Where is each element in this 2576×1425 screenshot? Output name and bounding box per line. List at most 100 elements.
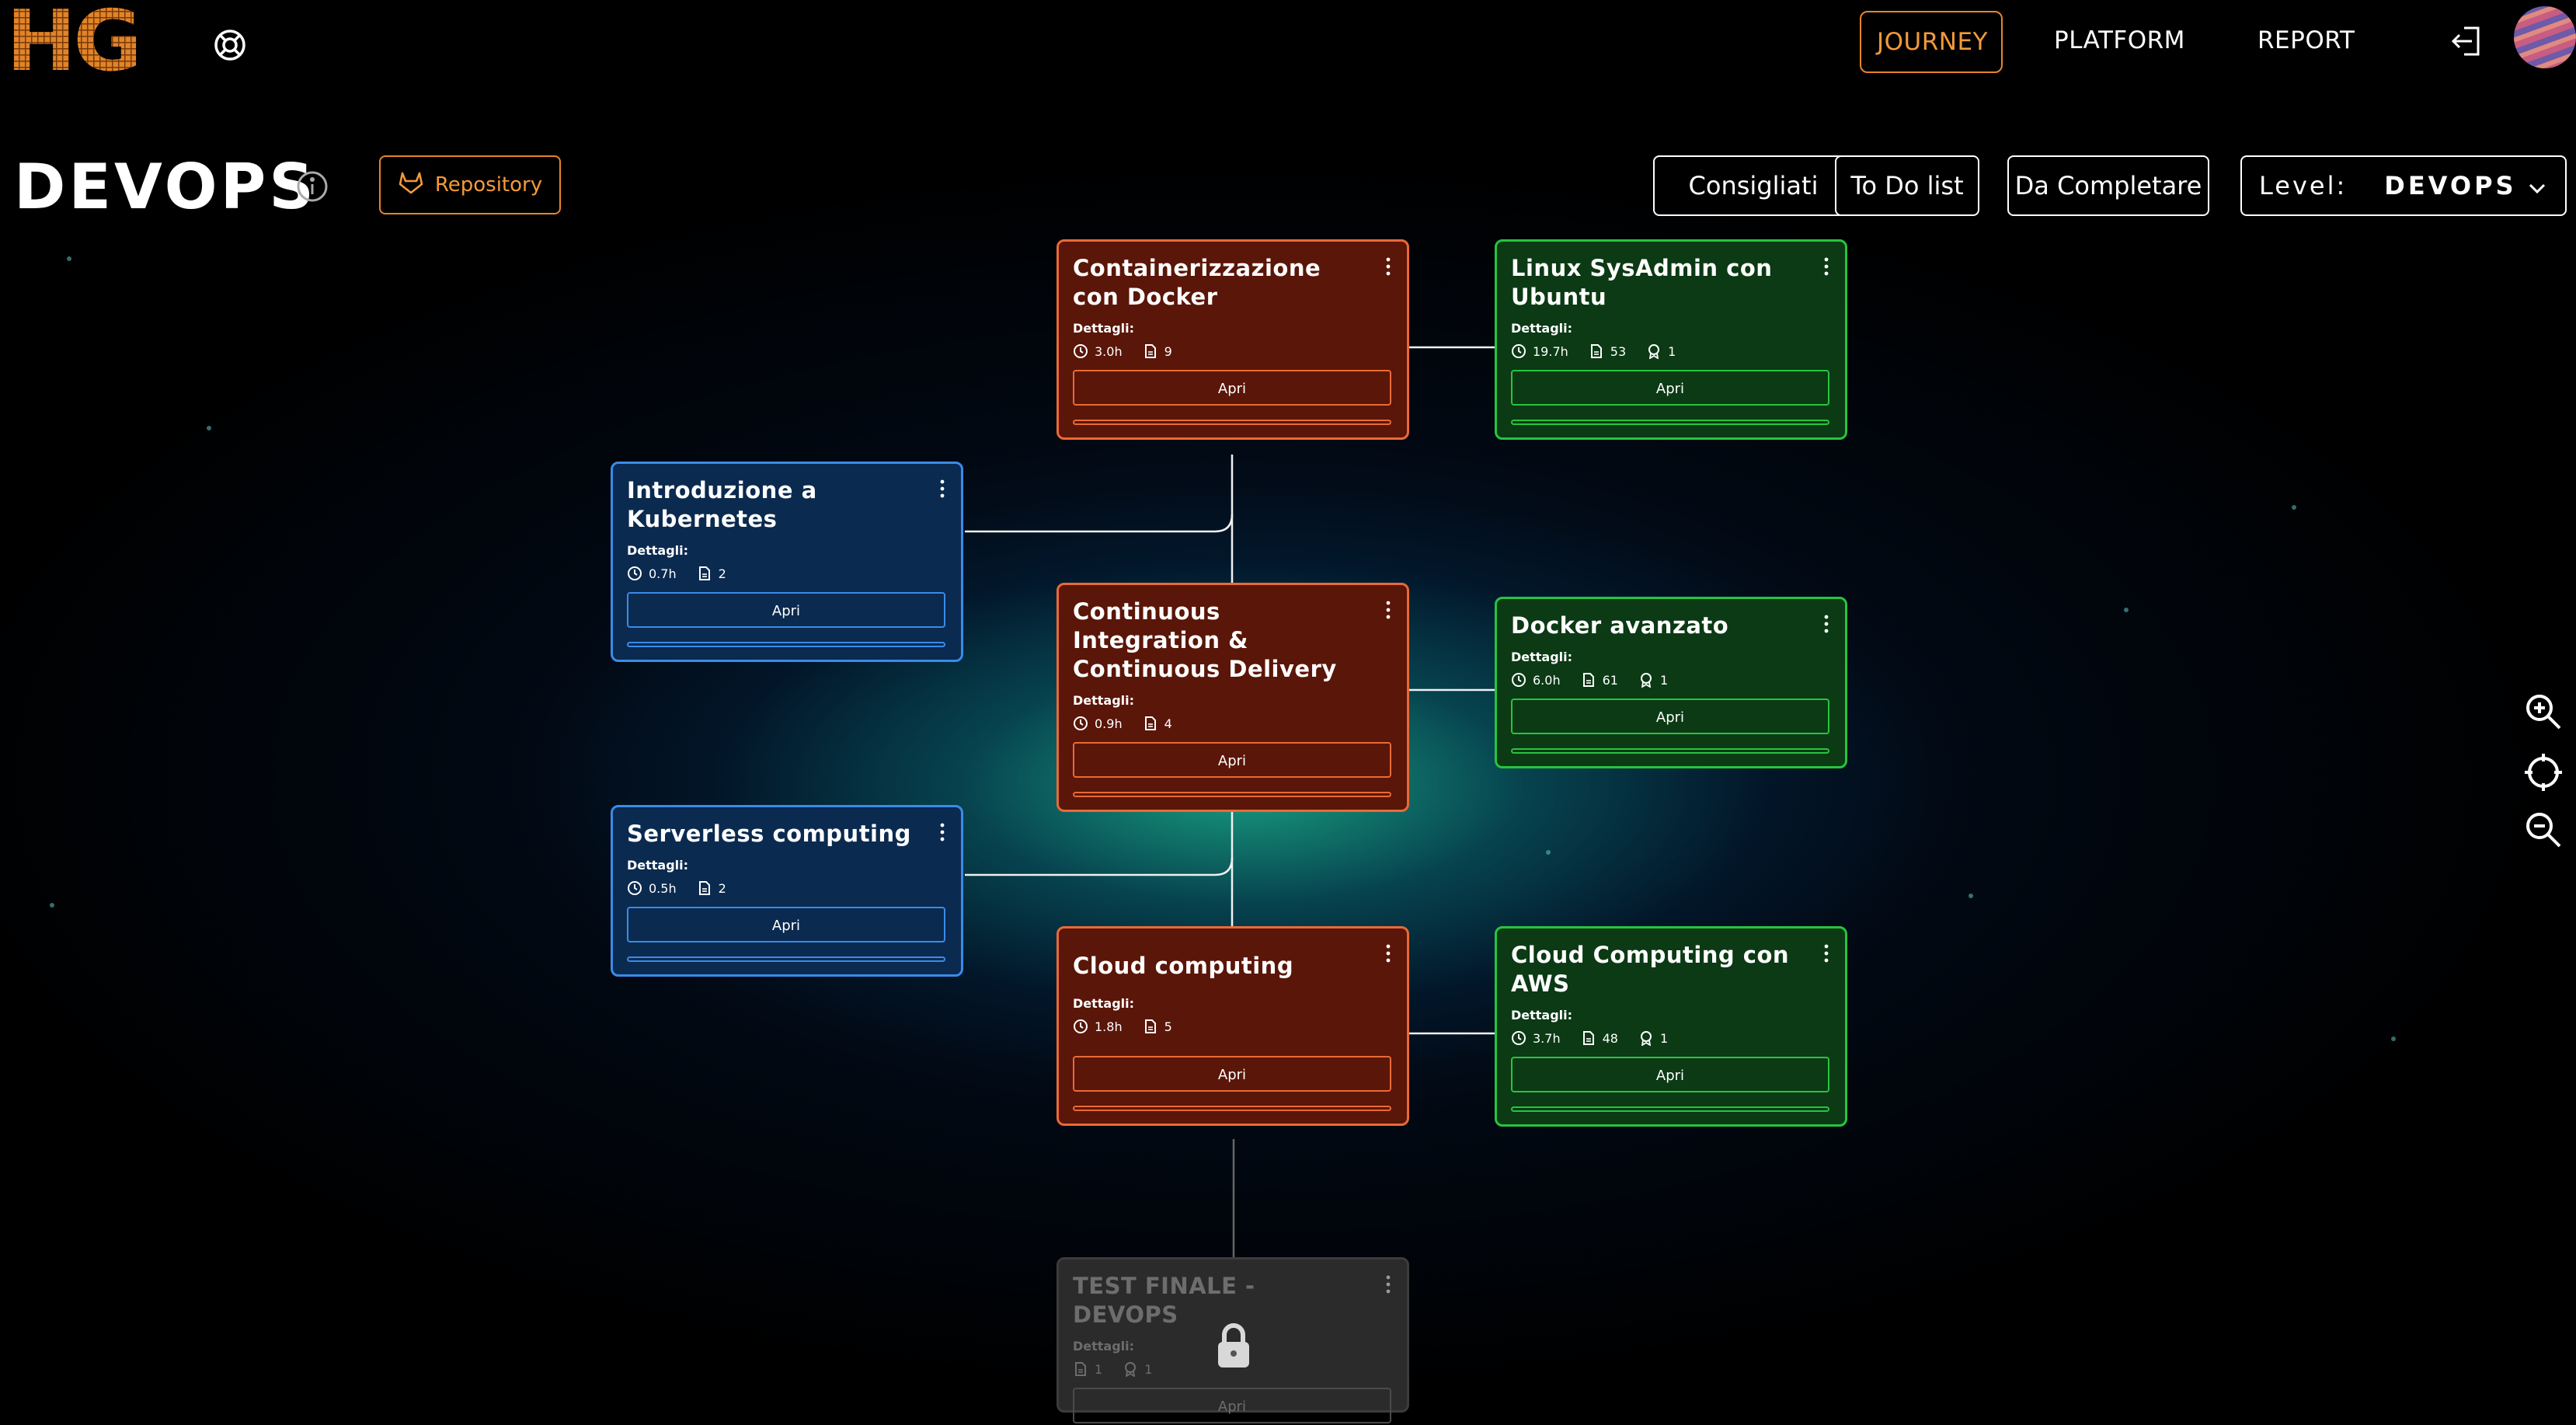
open-course-button[interactable]: Apri [627,907,945,942]
kebab-menu-icon[interactable] [1385,257,1391,276]
clock-icon [1073,343,1088,359]
clock-icon [627,880,642,896]
level-select[interactable]: Level: DEVOPS [2240,155,2567,216]
card-details-label: Dettagli: [1511,650,1573,664]
star-dot [50,903,54,908]
crosshair-icon[interactable] [2523,752,2564,793]
kebab-menu-icon[interactable] [1823,615,1829,633]
level-label: Level: [2259,171,2348,200]
card-docs: 2 [718,880,726,896]
level-value: DEVOPS [2384,171,2517,200]
course-card-docker-avanzato: Docker avanzato Dettagli: 6.0h 61 1 Apri [1495,597,1847,768]
open-course-button[interactable]: Apri [1511,699,1829,734]
kebab-menu-icon[interactable] [939,823,945,841]
kebab-menu-icon[interactable] [1385,944,1391,963]
star-dot [207,426,211,430]
filter-dacompletare-button[interactable]: Da Completare [2007,155,2209,216]
repository-label: Repository [434,173,543,197]
document-icon [1073,1361,1088,1377]
document-icon [1581,672,1596,688]
badge-icon [1123,1361,1138,1377]
progress-bar [1511,1106,1829,1112]
course-card-serverless: Serverless computing Dettagli: 0.5h 2 Ap… [611,805,963,977]
nav-journey[interactable]: JOURNEY [1860,11,2003,73]
zoom-in-icon[interactable] [2523,692,2564,732]
open-course-button[interactable]: Apri [1073,370,1391,406]
lifebuoy-icon[interactable] [210,25,250,65]
lock-icon [1215,1321,1252,1369]
badge-icon [1638,672,1654,688]
star-dot [2124,608,2129,612]
card-docs: 53 [1610,343,1627,359]
card-hours: 0.7h [649,566,677,581]
clock-icon [627,566,642,581]
info-icon[interactable] [295,169,329,204]
course-card-ci-cd: Continuous Integration & Continuous Deli… [1057,583,1409,812]
logo-text: HG [6,5,139,76]
document-icon [1143,343,1158,359]
star-dot [1969,894,1973,898]
progress-bar [1511,748,1829,754]
card-title: Docker avanzato [1511,612,1729,639]
open-course-button[interactable]: Apri [1073,742,1391,778]
filter-consigliati-button[interactable]: Consigliati [1653,155,1854,216]
document-icon [697,880,712,896]
repository-button[interactable]: Repository [379,155,561,214]
kebab-menu-icon[interactable] [1823,944,1829,963]
card-docs: 9 [1164,343,1172,359]
document-icon [1581,1030,1596,1046]
clock-icon [1511,672,1526,688]
card-docs: 5 [1164,1019,1172,1034]
card-title: Linux SysAdmin con Ubuntu [1511,255,1773,310]
card-title: Introduzione a Kubernetes [627,477,817,532]
kebab-menu-icon[interactable] [939,479,945,498]
card-title: Containerizzazione con Docker [1073,255,1321,310]
open-course-button: Apri [1073,1388,1391,1423]
card-title: Cloud computing [1073,953,1294,979]
card-hours: 3.7h [1533,1030,1561,1046]
card-details-label: Dettagli: [1511,321,1573,336]
gitlab-icon [398,170,424,200]
open-course-button[interactable]: Apri [1511,1057,1829,1092]
logout-icon[interactable] [2447,22,2486,61]
nav-platform[interactable]: PLATFORM [2038,11,2201,70]
clock-icon [1073,716,1088,731]
badge-icon [1646,343,1662,359]
card-details-label: Dettagli: [1073,996,1135,1011]
card-hours: 6.0h [1533,672,1561,688]
card-docs: 4 [1164,716,1172,731]
clock-icon [1511,1030,1526,1046]
document-icon [1143,716,1158,731]
badge-icon [1638,1030,1654,1046]
card-hours: 1.8h [1095,1019,1123,1034]
card-badges: 1 [1668,343,1676,359]
card-details-label: Dettagli: [1511,1008,1573,1023]
avatar[interactable] [2514,6,2576,68]
open-course-button[interactable]: Apri [1511,370,1829,406]
card-details-label: Dettagli: [627,543,689,558]
zoom-out-icon[interactable] [2523,810,2564,850]
card-badges: 1 [1659,1030,1669,1046]
open-course-button[interactable]: Apri [1073,1056,1391,1092]
page-title: DEVOPS [14,151,317,223]
logo[interactable]: HG [6,0,151,90]
course-card-cloud-computing: Cloud computing Dettagli: 1.8h 5 Apri [1057,926,1409,1126]
card-docs: 1 [1095,1361,1103,1377]
kebab-menu-icon[interactable] [1385,601,1391,619]
document-icon [697,566,712,581]
card-badges: 1 [1659,672,1669,688]
course-card-linux-sysadmin: Linux SysAdmin con Ubuntu Dettagli: 19.7… [1495,239,1847,440]
progress-bar [1073,792,1391,797]
nav-report[interactable]: REPORT [2242,11,2370,70]
card-docs: 48 [1602,1030,1618,1046]
progress-bar [1511,420,1829,425]
star-dot [2292,505,2296,510]
clock-icon [1073,1019,1088,1034]
kebab-menu-icon[interactable] [1385,1275,1391,1294]
filter-todo-button[interactable]: To Do list [1835,155,1979,216]
kebab-menu-icon[interactable] [1823,257,1829,276]
chevron-down-icon [2526,176,2548,205]
progress-bar [1073,420,1391,425]
open-course-button[interactable]: Apri [627,592,945,628]
star-dot [1546,850,1551,855]
